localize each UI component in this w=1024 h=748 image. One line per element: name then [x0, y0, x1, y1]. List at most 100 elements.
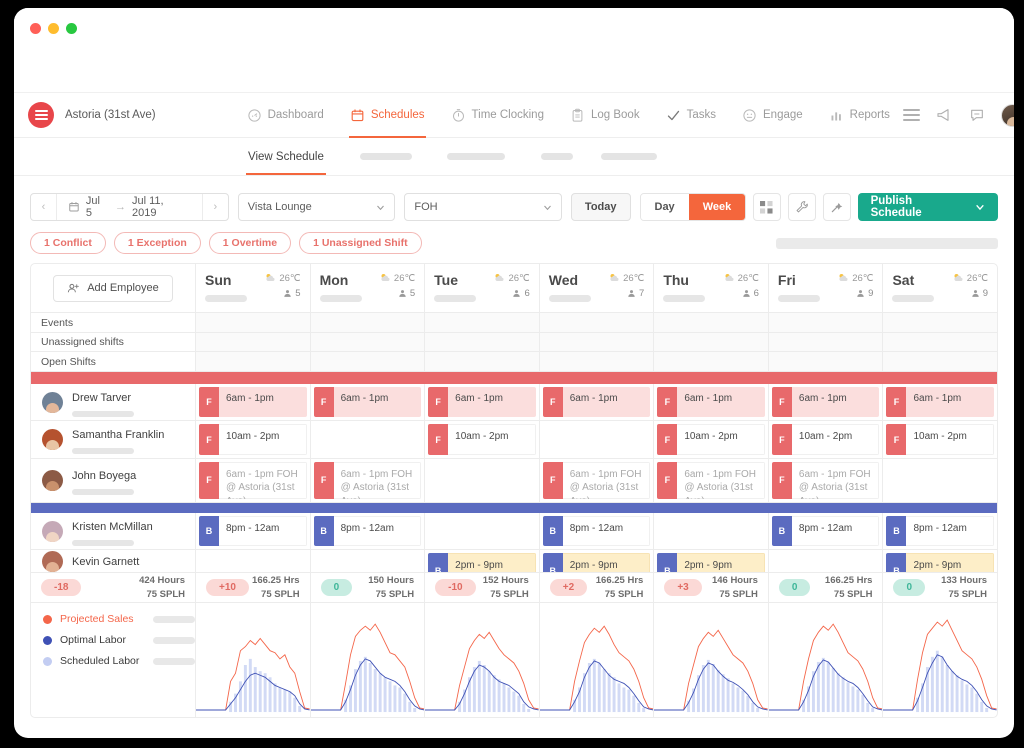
- unassigned-cell-mon[interactable]: [311, 333, 426, 352]
- location-select[interactable]: Vista Lounge: [238, 193, 396, 221]
- events-cell-sat[interactable]: [883, 313, 997, 332]
- shift-cell-mon[interactable]: F 6am - 1pm FOH @ Astoria (31st Ave): [311, 459, 426, 502]
- nav-item-log-book[interactable]: Log Book: [557, 93, 653, 138]
- shift-cell-sun[interactable]: F 6am - 1pm: [196, 384, 311, 420]
- add-employee-button[interactable]: Add Employee: [53, 275, 173, 302]
- unassigned-cell-sat[interactable]: [883, 333, 997, 352]
- window-controls[interactable]: [30, 23, 77, 34]
- events-cell-thu[interactable]: [654, 313, 769, 332]
- department-select[interactable]: FOH: [404, 193, 562, 221]
- employee-info[interactable]: John Boyega: [31, 459, 196, 502]
- app-logo-icon[interactable]: [28, 102, 54, 128]
- shift-cell-wed[interactable]: B 2pm - 9pm: [540, 550, 655, 572]
- shift-cell-thu[interactable]: F 6am - 1pm: [654, 384, 769, 420]
- day-header-sat[interactable]: Sat 26℃ 9: [883, 264, 997, 312]
- employee-info[interactable]: Kristen McMillan: [31, 513, 196, 549]
- shift-cell-wed[interactable]: F 6am - 1pm FOH @ Astoria (31st Ave): [540, 459, 655, 502]
- menu-icon[interactable]: [903, 106, 920, 125]
- status-badge-exception[interactable]: 1 Exception: [114, 232, 201, 254]
- row-events[interactable]: Events: [31, 313, 997, 333]
- tab-placeholder-1[interactable]: [360, 153, 412, 160]
- open-cell-fri[interactable]: [769, 352, 884, 371]
- minimize-window-button[interactable]: [48, 23, 59, 34]
- status-badge-unassigned[interactable]: 1 Unassigned Shift: [299, 232, 422, 254]
- nav-item-engage[interactable]: Engage: [729, 93, 816, 138]
- shift-cell-tue[interactable]: [425, 513, 540, 549]
- employee-info[interactable]: Kevin Garnett: [31, 550, 196, 572]
- shift-cell-fri[interactable]: [769, 550, 884, 572]
- settings-tools-button[interactable]: [788, 193, 816, 221]
- shift-cell-sat[interactable]: B 8pm - 12am: [883, 513, 997, 549]
- open-cell-wed[interactable]: [540, 352, 655, 371]
- shift-cell-tue[interactable]: F 6am - 1pm: [425, 384, 540, 420]
- shift-cell-tue[interactable]: F 10am - 2pm: [425, 421, 540, 457]
- open-cell-sat[interactable]: [883, 352, 997, 371]
- shift-cell-sat[interactable]: B 2pm - 9pm: [883, 550, 997, 572]
- close-window-button[interactable]: [30, 23, 41, 34]
- shift-cell-mon[interactable]: [311, 550, 426, 572]
- unassigned-cell-fri[interactable]: [769, 333, 884, 352]
- shift-cell-sun[interactable]: [196, 550, 311, 572]
- shift-cell-sun[interactable]: B 8pm - 12am: [196, 513, 311, 549]
- day-header-tue[interactable]: Tue 26℃ 6: [425, 264, 540, 312]
- maximize-window-button[interactable]: [66, 23, 77, 34]
- shift-cell-fri[interactable]: F 6am - 1pm: [769, 384, 884, 420]
- unassigned-cell-thu[interactable]: [654, 333, 769, 352]
- row-unassigned-shifts[interactable]: Unassigned shifts: [31, 333, 997, 353]
- shift-cell-fri[interactable]: F 6am - 1pm FOH @ Astoria (31st Ave): [769, 459, 884, 502]
- employee-info[interactable]: Samantha Franklin: [31, 421, 196, 457]
- prev-week-button[interactable]: ‹: [31, 194, 56, 220]
- shift-cell-fri[interactable]: F 10am - 2pm: [769, 421, 884, 457]
- unassigned-cell-wed[interactable]: [540, 333, 655, 352]
- day-header-fri[interactable]: Fri 26℃ 9: [769, 264, 884, 312]
- shift-cell-mon[interactable]: [311, 421, 426, 457]
- nav-item-time-clocking[interactable]: Time Clocking: [438, 93, 557, 138]
- shift-cell-thu[interactable]: [654, 513, 769, 549]
- shift-cell-sun[interactable]: F 6am - 1pm FOH @ Astoria (31st Ave): [196, 459, 311, 502]
- unassigned-cell-sun[interactable]: [196, 333, 311, 352]
- events-cell-tue[interactable]: [425, 313, 540, 332]
- view-toggle[interactable]: Day Week: [640, 193, 746, 221]
- tab-view-schedule[interactable]: View Schedule: [236, 138, 336, 175]
- tab-placeholder-4[interactable]: [601, 153, 657, 160]
- shift-cell-thu[interactable]: B 2pm - 9pm: [654, 550, 769, 572]
- shift-cell-wed[interactable]: F 6am - 1pm: [540, 384, 655, 420]
- announcement-icon[interactable]: [935, 107, 953, 123]
- view-toggle-day[interactable]: Day: [641, 194, 689, 220]
- open-cell-sun[interactable]: [196, 352, 311, 371]
- shift-cell-fri[interactable]: B 8pm - 12am: [769, 513, 884, 549]
- nav-item-schedules[interactable]: Schedules: [337, 93, 438, 138]
- day-header-wed[interactable]: Wed 26℃ 7: [540, 264, 655, 312]
- status-badge-conflict[interactable]: 1 Conflict: [30, 232, 106, 254]
- publish-schedule-button[interactable]: Publish Schedule: [858, 193, 998, 221]
- shift-cell-sat[interactable]: F 10am - 2pm: [883, 421, 997, 457]
- next-week-button[interactable]: ›: [203, 194, 228, 220]
- nav-item-dashboard[interactable]: Dashboard: [234, 93, 337, 138]
- events-cell-fri[interactable]: [769, 313, 884, 332]
- day-header-sun[interactable]: Sun 26℃ 5: [196, 264, 311, 312]
- status-badge-overtime[interactable]: 1 Overtime: [209, 232, 291, 254]
- shift-cell-mon[interactable]: F 6am - 1pm: [311, 384, 426, 420]
- open-cell-tue[interactable]: [425, 352, 540, 371]
- layout-options-button[interactable]: [753, 193, 781, 221]
- today-button[interactable]: Today: [571, 193, 631, 221]
- view-toggle-week[interactable]: Week: [689, 194, 746, 220]
- open-cell-mon[interactable]: [311, 352, 426, 371]
- user-avatar[interactable]: [1001, 104, 1014, 127]
- shift-cell-thu[interactable]: F 6am - 1pm FOH @ Astoria (31st Ave): [654, 459, 769, 502]
- nav-item-reports[interactable]: Reports: [816, 93, 903, 138]
- row-open-shifts[interactable]: Open Shifts: [31, 352, 997, 372]
- shift-cell-thu[interactable]: F 10am - 2pm: [654, 421, 769, 457]
- shift-cell-sat[interactable]: [883, 459, 997, 502]
- date-range-selector[interactable]: ‹ Jul 5 → Jul 11, 2019 ›: [30, 193, 229, 221]
- shift-cell-mon[interactable]: B 8pm - 12am: [311, 513, 426, 549]
- nav-item-tasks[interactable]: Tasks: [653, 93, 729, 138]
- shift-cell-tue[interactable]: [425, 459, 540, 502]
- open-cell-thu[interactable]: [654, 352, 769, 371]
- shift-cell-sat[interactable]: F 6am - 1pm: [883, 384, 997, 420]
- shift-cell-wed[interactable]: [540, 421, 655, 457]
- shift-cell-wed[interactable]: B 8pm - 12am: [540, 513, 655, 549]
- tab-placeholder-3[interactable]: [541, 153, 573, 160]
- events-cell-mon[interactable]: [311, 313, 426, 332]
- auto-schedule-button[interactable]: [823, 193, 851, 221]
